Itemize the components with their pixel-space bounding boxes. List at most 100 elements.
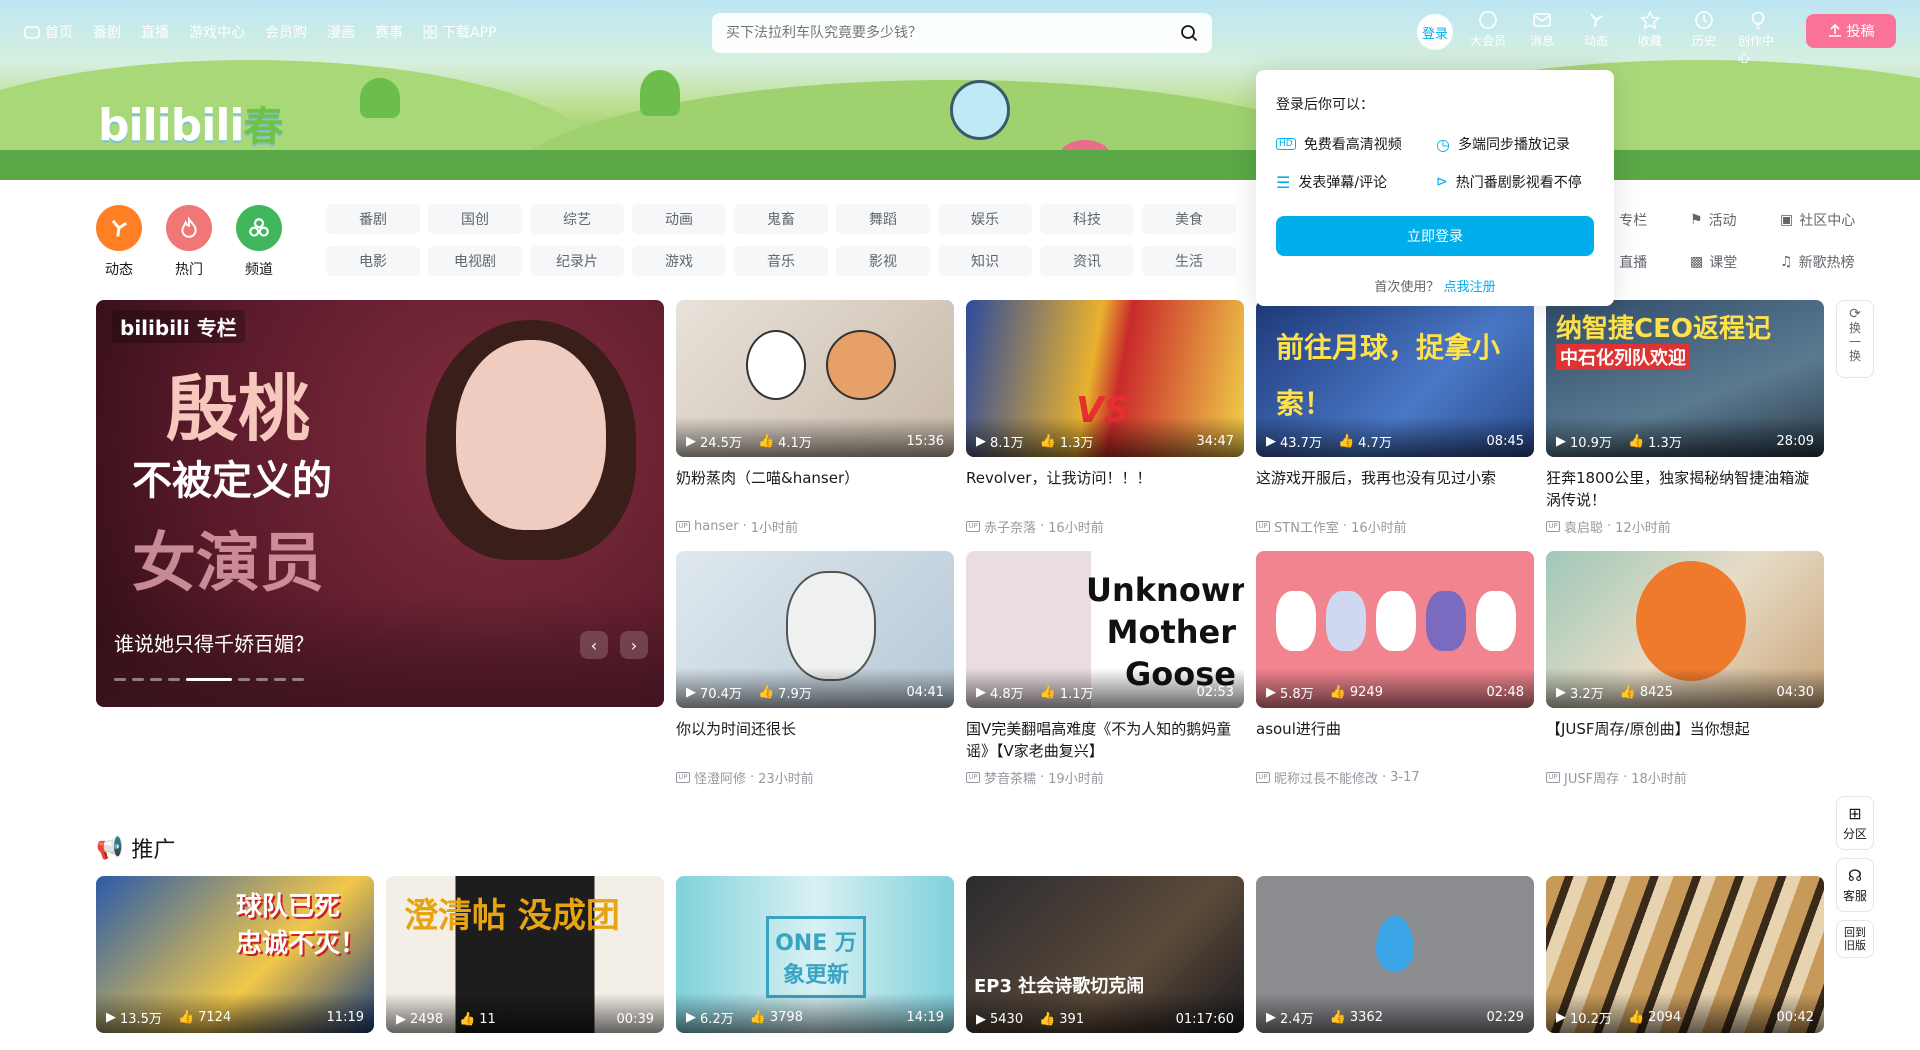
login-avatar-button[interactable]: 登录 (1417, 14, 1453, 50)
nav-manga[interactable]: 漫画 (327, 22, 355, 42)
search-icon[interactable] (1180, 24, 1198, 42)
video-meta[interactable]: UP 袁启聪 · 12小时前 (1546, 517, 1824, 536)
category-item[interactable]: 动画 (632, 204, 726, 234)
category-item[interactable]: 生活 (1142, 246, 1236, 276)
nav-game[interactable]: 游戏中心 (189, 22, 245, 42)
old-version-button[interactable]: 回到旧版 (1836, 920, 1874, 958)
video-title[interactable]: Revolver，让我访问！！！ (966, 467, 1244, 511)
channel-dynamic[interactable]: 动态 (96, 205, 142, 279)
zone-button[interactable]: ⊞ 分区 (1836, 796, 1874, 850)
history-entry[interactable]: 历史 (1684, 10, 1724, 66)
nav-download[interactable]: 下载APP (423, 22, 496, 42)
video-thumbnail[interactable]: 前往月球，捉拿小索！ ▶ 43.7万 👍 4.7万 08:45 (1256, 300, 1534, 457)
video-card[interactable]: 纳智捷CEO返程记 中石化列队欢迎 ▶ 10.9万 👍 1.3万 28:09 狂奔180… (1546, 300, 1824, 536)
video-meta[interactable]: UP 梦音茶糯 · 19小时前 (966, 768, 1244, 787)
banner-prev-button[interactable]: ‹ (580, 631, 608, 659)
link-activity[interactable]: ⚑ 活动 (1690, 210, 1780, 230)
category-item[interactable]: 舞蹈 (836, 204, 930, 234)
video-thumbnail[interactable]: ▶ 5.8万 👍 9249 02:48 (1256, 551, 1534, 708)
video-thumbnail[interactable]: ▶ 3.2万 👍 8425 04:30 (1546, 551, 1824, 708)
video-title[interactable]: 这游戏开服后，我再也没有见过小索 (1256, 467, 1534, 511)
dot[interactable] (274, 678, 286, 681)
video-card[interactable]: ▶ 3.2万 👍 8425 04:30 【JUSF周存/原创曲】当你想起 UP JUSF周… (1546, 551, 1824, 787)
banner-carousel[interactable]: bilibili 专栏 殷桃 不被定义的 女演员 谁说她只得千娇百媚？ ‹ › (96, 300, 664, 707)
search-input[interactable] (726, 25, 1172, 41)
channel-hot[interactable]: 热门 (166, 205, 212, 279)
nav-bangumi[interactable]: 番剧 (93, 22, 121, 42)
video-title[interactable]: 你以为时间还很长 (676, 718, 954, 762)
link-community[interactable]: ▣ 社区中心 (1780, 210, 1890, 230)
login-now-button[interactable]: 立即登录 (1276, 216, 1594, 256)
dynamic-entry[interactable]: 动态 (1576, 10, 1616, 66)
dot[interactable] (292, 678, 304, 681)
video-meta[interactable]: UP 赤子奈落 · 16小时前 (966, 517, 1244, 536)
link-songs[interactable]: ♫ 新歌热榜 (1780, 252, 1890, 272)
dot[interactable] (150, 678, 162, 681)
category-item[interactable]: 番剧 (326, 204, 420, 234)
nav-mall[interactable]: 会员购 (265, 22, 307, 42)
dot[interactable] (238, 678, 250, 681)
link-course[interactable]: ▩ 课堂 (1690, 252, 1780, 272)
video-meta[interactable]: UP hanser · 1小时前 (676, 517, 954, 536)
video-thumbnail[interactable]: ▶ 24.5万 👍 4.1万 15:36 (676, 300, 954, 457)
category-item[interactable]: 科技 (1040, 204, 1134, 234)
category-item[interactable]: 资讯 (1040, 246, 1134, 276)
dot-active[interactable] (186, 678, 232, 681)
video-card[interactable]: UnknownMotherGoose ▶4.8万👍1.1万02:53 国V完美翻… (966, 551, 1244, 787)
promo-thumbnail[interactable]: ONE 万象更新 ▶ 6.2万 👍 3798 14:19 (676, 876, 954, 1033)
video-thumbnail[interactable]: VS ▶ 8.1万 👍 1.3万 34:47 (966, 300, 1244, 457)
video-thumbnail[interactable]: ▶ 70.4万 👍 7.9万 04:41 (676, 551, 954, 708)
message-entry[interactable]: 消息 (1522, 10, 1562, 66)
bilibili-logo[interactable]: bilibili春 (98, 94, 283, 152)
video-title[interactable]: 【JUSF周存/原创曲】当你想起 (1546, 718, 1824, 762)
video-title[interactable]: 国V完美翻唱高难度《不为人知的鹅妈童谣》【V家老曲复兴】 (966, 718, 1244, 762)
category-item[interactable]: 国创 (428, 204, 522, 234)
promo-card[interactable]: EP3 社会诗歌切克闹 ▶ 5430 👍 391 01:17:60 (966, 876, 1244, 1033)
vip-entry[interactable]: 大会员 (1468, 10, 1508, 66)
category-item[interactable]: 电影 (326, 246, 420, 276)
promo-card[interactable]: 澄清帖 没成团 ▶ 2498 👍 11 00:39 (386, 876, 664, 1033)
promo-thumbnail[interactable]: ▶ 2.4万 👍 3362 02:29 (1256, 876, 1534, 1033)
category-item[interactable]: 美食 (1142, 204, 1236, 234)
service-button[interactable]: ☊ 客服 (1836, 858, 1874, 912)
video-thumbnail[interactable]: 纳智捷CEO返程记 中石化列队欢迎 ▶ 10.9万 👍 1.3万 28:09 (1546, 300, 1824, 457)
nav-home[interactable]: 首页 (24, 22, 73, 42)
category-item[interactable]: 综艺 (530, 204, 624, 234)
video-title[interactable]: 奶粉蒸肉（二喵&hanser） (676, 467, 954, 511)
refresh-button[interactable]: ⟳ 换一换 (1836, 300, 1874, 378)
category-item[interactable]: 游戏 (632, 246, 726, 276)
promo-card[interactable]: ▶ 10.2万 👍 2094 00:42 (1546, 876, 1824, 1033)
video-title[interactable]: asoul进行曲 (1256, 718, 1534, 762)
banner-next-button[interactable]: › (620, 631, 648, 659)
dot[interactable] (114, 678, 126, 681)
category-item[interactable]: 鬼畜 (734, 204, 828, 234)
category-item[interactable]: 娱乐 (938, 204, 1032, 234)
banner-caption[interactable]: 谁说她只得千娇百媚？ (114, 628, 314, 657)
video-card[interactable]: 前往月球，捉拿小索！ ▶ 43.7万 👍 4.7万 08:45 这游戏开服后，我再也没有… (1256, 300, 1534, 536)
promo-thumbnail[interactable]: EP3 社会诗歌切克闹 ▶ 5430 👍 391 01:17:60 (966, 876, 1244, 1033)
category-item[interactable]: 影视 (836, 246, 930, 276)
video-title[interactable]: 狂奔1800公里，独家揭秘纳智捷油箱漩涡传说！ (1546, 467, 1824, 511)
promo-thumbnail[interactable]: 澄清帖 没成团 ▶ 2498 👍 11 00:39 (386, 876, 664, 1033)
dot[interactable] (168, 678, 180, 681)
video-meta[interactable]: UP 怪澄阿修 · 23小时前 (676, 768, 954, 787)
video-card[interactable]: ▶ 70.4万 👍 7.9万 04:41 你以为时间还很长 UP 怪澄阿修 · 23小时前 (676, 551, 954, 787)
dot[interactable] (132, 678, 144, 681)
video-thumbnail[interactable]: UnknownMotherGoose ▶4.8万👍1.1万02:53 (966, 551, 1244, 708)
video-card[interactable]: ▶ 24.5万 👍 4.1万 15:36 奶粉蒸肉（二喵&hanser） UP hanse… (676, 300, 954, 536)
channel-channels[interactable]: 频道 (236, 205, 282, 279)
register-link[interactable]: 点我注册 (1444, 280, 1496, 295)
promo-thumbnail[interactable]: ▶ 10.2万 👍 2094 00:42 (1546, 876, 1824, 1033)
video-meta[interactable]: UP 昵称过長不能修改 · 3-17 (1256, 768, 1534, 787)
promo-thumbnail[interactable]: 球队已死 忠诚不灭！ ▶ 13.5万 👍 7124 11:19 (96, 876, 374, 1033)
nav-live[interactable]: 直播 (141, 22, 169, 42)
creator-entry[interactable]: 创作中心 (1738, 10, 1778, 66)
video-card[interactable]: ▶ 5.8万 👍 9249 02:48 asoul进行曲 UP 昵称过長不能修改 · 3-17 (1256, 551, 1534, 787)
video-card[interactable]: VS ▶ 8.1万 👍 1.3万 34:47 Revolver，让我访问！！！ UP 赤子… (966, 300, 1244, 536)
category-item[interactable]: 知识 (938, 246, 1032, 276)
favorites-entry[interactable]: 收藏 (1630, 10, 1670, 66)
promo-card[interactable]: 球队已死 忠诚不灭！ ▶ 13.5万 👍 7124 11:19 (96, 876, 374, 1033)
upload-button[interactable]: 投稿 (1806, 14, 1896, 48)
category-item[interactable]: 电视剧 (428, 246, 522, 276)
category-item[interactable]: 纪录片 (530, 246, 624, 276)
